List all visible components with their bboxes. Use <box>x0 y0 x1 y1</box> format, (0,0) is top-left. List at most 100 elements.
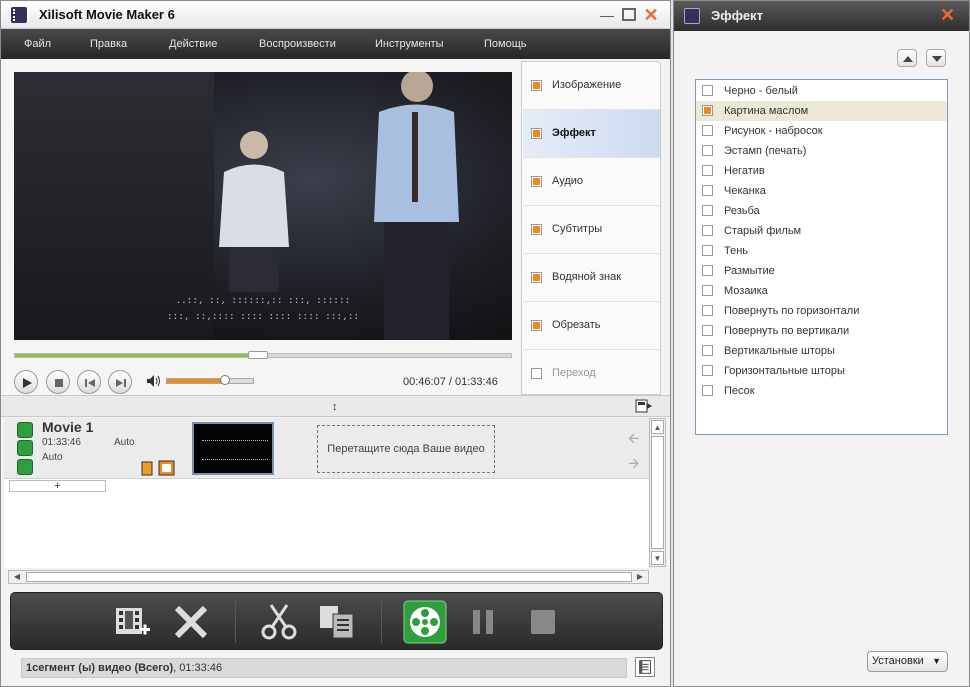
clip-thumbnail[interactable] <box>192 422 274 475</box>
close-icon[interactable]: ✕ <box>940 6 958 24</box>
tab-checkbox[interactable] <box>531 320 542 331</box>
chevron-down-icon <box>932 56 942 62</box>
next-button[interactable] <box>108 370 132 394</box>
effect-item[interactable]: Чеканка <box>696 181 947 201</box>
effect-checkbox[interactable] <box>702 245 713 256</box>
effect-checkbox[interactable] <box>702 145 713 156</box>
play-button[interactable] <box>14 370 38 394</box>
volume-knob[interactable] <box>220 375 231 385</box>
effect-item[interactable]: Эстамп (печать) <box>696 141 947 161</box>
effect-item[interactable]: Повернуть по вертикали <box>696 321 947 341</box>
add-track-button[interactable]: + <box>9 480 106 492</box>
effect-item[interactable]: Рисунок - набросок <box>696 121 947 141</box>
seek-bar[interactable] <box>14 351 512 359</box>
tab-checkbox[interactable] <box>531 80 542 91</box>
resize-handle-icon[interactable]: ↕ <box>332 401 338 413</box>
effect-item[interactable]: Резьба <box>696 201 947 221</box>
effect-item[interactable]: Горизонтальные шторы <box>696 361 947 381</box>
scroll-thumb[interactable] <box>26 572 632 582</box>
tab-item[interactable]: Переход <box>523 350 660 398</box>
volume-slider[interactable] <box>166 375 254 385</box>
scroll-down-icon[interactable]: ▼ <box>651 551 664 565</box>
scroll-right-icon[interactable]: ▶ <box>633 571 647 583</box>
tab-item[interactable]: Изображение <box>523 62 660 110</box>
move-up-button[interactable] <box>897 49 917 67</box>
previous-button[interactable] <box>77 370 101 394</box>
tab-checkbox[interactable] <box>531 128 542 139</box>
effect-checkbox[interactable] <box>702 225 713 236</box>
tab-checkbox[interactable] <box>531 272 542 283</box>
menu-help[interactable]: Помощь <box>484 38 527 50</box>
tab-item[interactable]: Эффект <box>523 110 660 158</box>
subtitle-track-icon[interactable] <box>17 459 33 475</box>
move-down-button[interactable] <box>926 49 946 67</box>
tab-item[interactable]: Водяной знак <box>523 254 660 302</box>
close-icon[interactable]: ✕ <box>643 6 659 24</box>
effect-item[interactable]: Повернуть по горизонтали <box>696 301 947 321</box>
menu-edit[interactable]: Правка <box>90 38 127 50</box>
effect-item[interactable]: Старый фильм <box>696 221 947 241</box>
effect-checkbox[interactable] <box>702 125 713 136</box>
drop-zone[interactable]: Перетащите сюда Ваше видео <box>317 425 495 473</box>
scroll-thumb[interactable] <box>651 436 664 549</box>
effect-checkbox[interactable] <box>702 305 713 316</box>
effect-label: Рисунок - набросок <box>724 125 823 137</box>
effect-checkbox[interactable] <box>702 385 713 396</box>
log-icon[interactable] <box>635 657 655 677</box>
effect-checkbox[interactable] <box>702 85 713 96</box>
effect-checkbox[interactable] <box>702 165 713 176</box>
stop-button[interactable] <box>46 370 70 394</box>
stop-conversion-button[interactable] <box>523 602 563 642</box>
tab-item[interactable]: Обрезать <box>523 302 660 350</box>
effect-item[interactable]: Размытие <box>696 261 947 281</box>
effect-item[interactable]: Негатив <box>696 161 947 181</box>
pause-button[interactable] <box>463 602 503 642</box>
settings-button[interactable]: Установки ▼ <box>867 651 948 672</box>
effect-item[interactable]: Песок <box>696 381 947 401</box>
menu-action[interactable]: Действие <box>169 38 217 50</box>
arrow-left-icon[interactable]: 🡨 <box>628 428 639 452</box>
seek-handle[interactable] <box>248 351 269 359</box>
tab-checkbox[interactable] <box>531 368 542 379</box>
volume-icon[interactable] <box>146 374 162 388</box>
add-video-button[interactable] <box>113 602 153 642</box>
maximize-icon[interactable] <box>622 8 636 21</box>
effect-checkbox[interactable] <box>702 365 713 376</box>
audio-track-icon[interactable] <box>17 440 33 456</box>
effect-checkbox[interactable] <box>702 205 713 216</box>
effect-checkbox[interactable] <box>702 285 713 296</box>
tab-checkbox[interactable] <box>531 176 542 187</box>
scroll-left-icon[interactable]: ◀ <box>10 571 24 583</box>
clip-tools-icon[interactable] <box>141 460 175 476</box>
effect-item[interactable]: Тень <box>696 241 947 261</box>
delete-button[interactable] <box>171 602 211 642</box>
effect-checkbox[interactable] <box>702 325 713 336</box>
movie-track-row[interactable]: Movie 1 01:33:46 Auto Auto Перетащите сю… <box>4 418 649 479</box>
video-preview[interactable]: ..::, ::, ::::::,:: :::, :::::: :::, ::,… <box>14 72 512 340</box>
splitter-bar[interactable]: ↕ <box>1 395 670 417</box>
effect-item[interactable]: Черно - белый <box>696 81 947 101</box>
minimize-icon[interactable]: — <box>599 7 615 23</box>
menu-tools[interactable]: Инструменты <box>375 38 444 50</box>
tab-item[interactable]: Субтитры <box>523 206 660 254</box>
effect-checkbox[interactable] <box>702 345 713 356</box>
menu-play[interactable]: Воспроизвести <box>259 38 336 50</box>
scroll-up-icon[interactable]: ▲ <box>651 420 664 434</box>
arrow-right-icon[interactable]: 🡪 <box>628 453 639 477</box>
effect-item[interactable]: Вертикальные шторы <box>696 341 947 361</box>
effect-checkbox[interactable] <box>702 265 713 276</box>
tab-item[interactable]: Аудио <box>523 158 660 206</box>
effect-item[interactable]: Картина маслом <box>696 101 947 121</box>
effect-item[interactable]: Мозаика <box>696 281 947 301</box>
merge-clips-button[interactable] <box>317 602 357 642</box>
horizontal-scrollbar[interactable]: ◀ ▶ <box>8 570 649 584</box>
convert-button[interactable] <box>403 600 447 644</box>
vertical-scrollbar[interactable]: ▲ ▼ <box>649 418 666 567</box>
menu-file[interactable]: Файл <box>24 38 51 50</box>
cut-button[interactable] <box>259 602 299 642</box>
tab-checkbox[interactable] <box>531 224 542 235</box>
export-icon[interactable] <box>635 399 653 413</box>
effect-checkbox[interactable] <box>702 105 713 116</box>
film-reel-icon[interactable] <box>17 422 33 438</box>
effect-checkbox[interactable] <box>702 185 713 196</box>
